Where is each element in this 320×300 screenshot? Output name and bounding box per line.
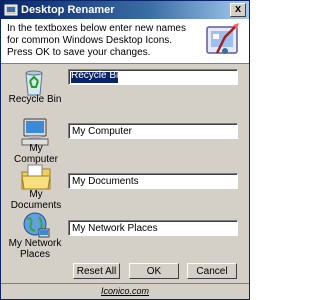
app-icon: [4, 4, 18, 16]
iconico-link[interactable]: Iconico.com: [101, 286, 149, 296]
header-panel: In the textboxes below enter new names f…: [1, 19, 249, 64]
instructions-text: In the textboxes below enter new names f…: [7, 23, 186, 58]
my-network-places-label: My Network Places: [8, 238, 62, 260]
my-network-places-icon: [23, 212, 50, 238]
dialog-window: Desktop Renamer x In the textboxes below…: [0, 0, 250, 300]
my-documents-input[interactable]: [68, 173, 238, 189]
cancel-button[interactable]: Cancel: [187, 263, 237, 279]
recycle-bin-row: Recycle Bin Recycle Bin: [1, 67, 249, 117]
desktop-renamer-logo-icon: [206, 23, 239, 54]
recycle-bin-input-text: Recycle Bin: [71, 70, 124, 81]
window-title: Desktop Renamer: [21, 4, 115, 16]
title-bar[interactable]: Desktop Renamer x: [1, 1, 249, 19]
my-documents-row: My Documents: [1, 162, 249, 212]
ok-button[interactable]: OK: [129, 263, 179, 279]
my-documents-label: My Documents: [10, 189, 62, 211]
my-computer-row: My Computer: [1, 116, 249, 166]
recycle-bin-label: Recycle Bin: [8, 94, 62, 105]
close-button[interactable]: x: [230, 3, 246, 17]
my-network-places-input[interactable]: [68, 220, 238, 236]
footer: Iconico.com: [1, 284, 249, 299]
my-network-places-row: My Network Places: [1, 209, 249, 260]
my-computer-input[interactable]: [68, 123, 238, 139]
reset-all-button[interactable]: Reset All: [73, 263, 120, 279]
